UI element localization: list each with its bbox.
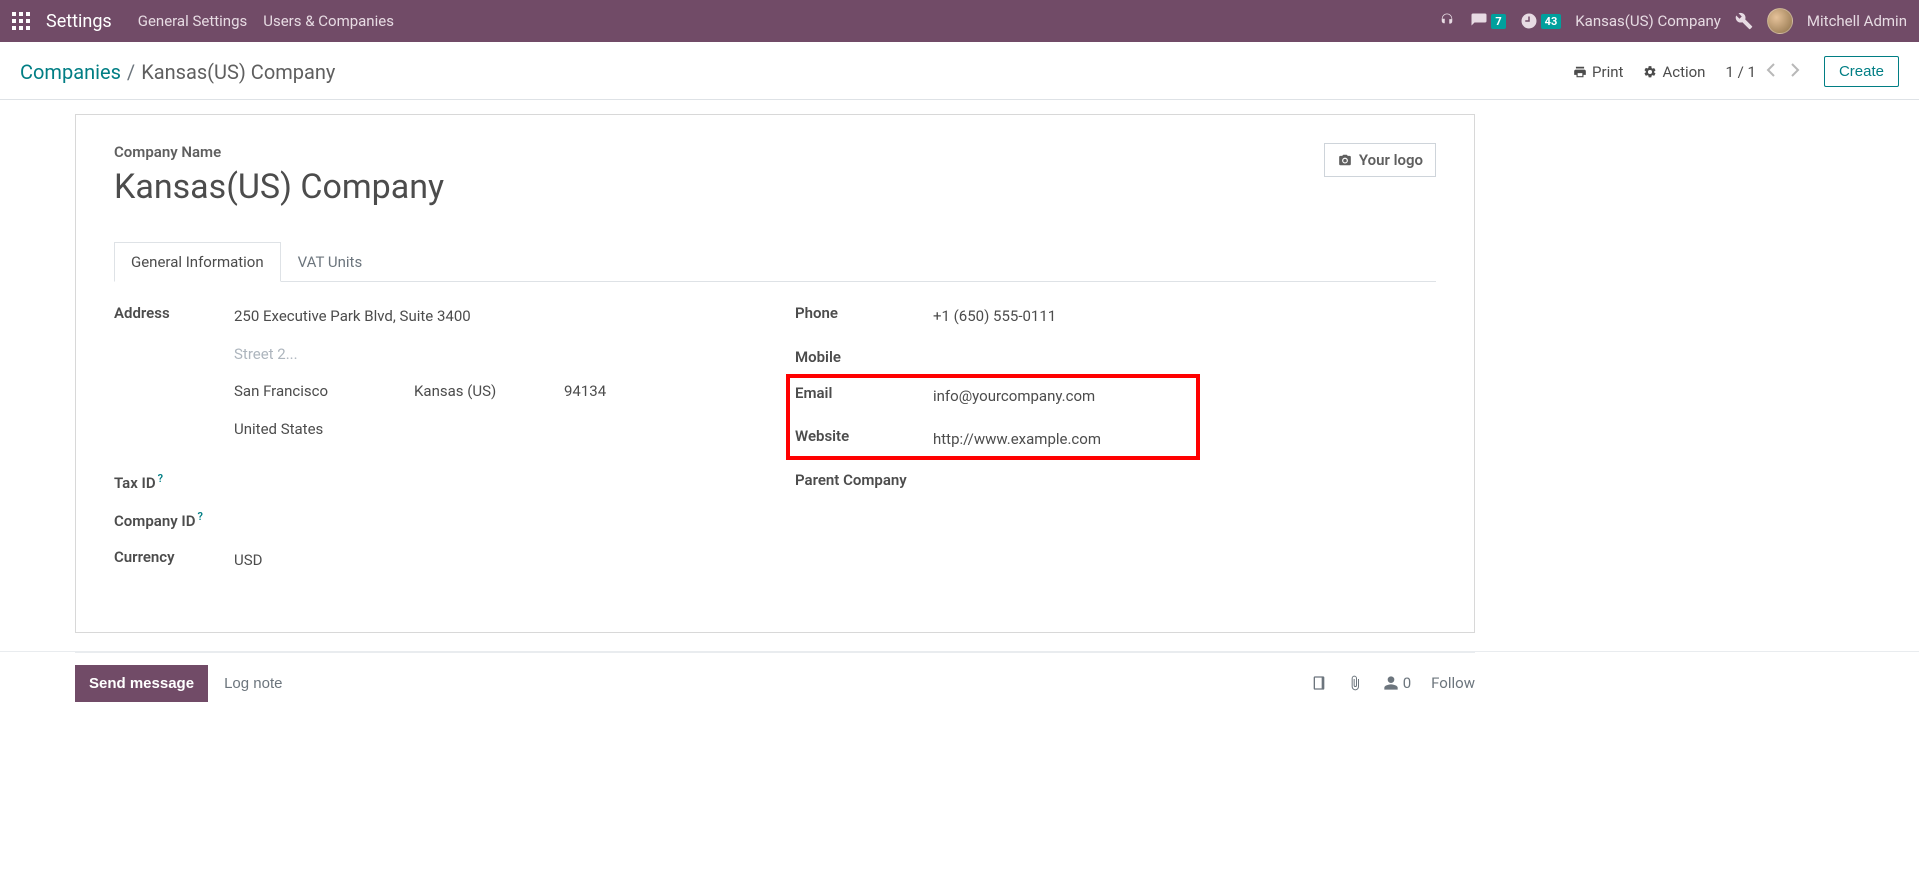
send-message-button[interactable]: Send message bbox=[75, 665, 208, 702]
tab-vat-units[interactable]: VAT Units bbox=[281, 242, 380, 282]
tax-id-help-icon[interactable]: ? bbox=[158, 472, 163, 485]
phone-field[interactable]: +1 (650) 555-0111 bbox=[933, 304, 1436, 330]
messages-icon[interactable]: 7 bbox=[1470, 12, 1505, 30]
support-icon[interactable] bbox=[1438, 12, 1456, 30]
gear-icon bbox=[1643, 65, 1657, 79]
log-note-button[interactable]: Log note bbox=[208, 665, 298, 702]
camera-icon bbox=[1337, 153, 1353, 167]
company-id-label: Company ID? bbox=[114, 510, 234, 530]
company-switcher[interactable]: Kansas(US) Company bbox=[1575, 12, 1721, 30]
nav-general-settings[interactable]: General Settings bbox=[138, 12, 248, 30]
phone-label: Phone bbox=[795, 304, 933, 322]
control-panel: Companies / Kansas(US) Company Print Act… bbox=[0, 42, 1919, 100]
website-field[interactable]: http://www.example.com bbox=[933, 427, 1436, 453]
street1-field[interactable]: 250 Executive Park Blvd, Suite 3400 bbox=[234, 304, 755, 330]
mobile-label: Mobile bbox=[795, 348, 933, 366]
breadcrumb: Companies / Kansas(US) Company bbox=[20, 60, 335, 84]
city-field[interactable]: San Francisco bbox=[234, 379, 384, 405]
top-navbar: Settings General Settings Users & Compan… bbox=[0, 0, 1919, 42]
breadcrumb-separator: / bbox=[127, 60, 135, 84]
email-field[interactable]: info@yourcompany.com bbox=[933, 384, 1436, 410]
address-label: Address bbox=[114, 304, 234, 322]
user-icon bbox=[1383, 675, 1399, 691]
parent-company-label: Parent Company bbox=[795, 471, 933, 489]
pager: 1 / 1 bbox=[1725, 61, 1804, 83]
zip-field[interactable]: 94134 bbox=[564, 379, 606, 405]
company-name-value[interactable]: Kansas(US) Company bbox=[114, 167, 1324, 207]
action-button[interactable]: Action bbox=[1643, 63, 1705, 81]
website-label: Website bbox=[795, 427, 933, 445]
country-field[interactable]: United States bbox=[234, 417, 755, 443]
attachment-icon[interactable] bbox=[1347, 675, 1363, 691]
print-icon bbox=[1573, 65, 1587, 79]
debug-icon[interactable] bbox=[1735, 12, 1753, 30]
state-field[interactable]: Kansas (US) bbox=[414, 379, 534, 405]
print-button[interactable]: Print bbox=[1573, 63, 1623, 81]
app-brand[interactable]: Settings bbox=[46, 11, 112, 32]
form-sheet: Company Name Kansas(US) Company Your log… bbox=[75, 114, 1475, 633]
followers-count[interactable]: 0 bbox=[1383, 674, 1411, 692]
follow-button[interactable]: Follow bbox=[1431, 674, 1475, 692]
avatar[interactable] bbox=[1767, 8, 1793, 34]
activities-icon[interactable]: 43 bbox=[1520, 12, 1562, 30]
tax-id-label: Tax ID? bbox=[114, 472, 234, 492]
pager-text: 1 / 1 bbox=[1725, 63, 1756, 81]
logo-upload[interactable]: Your logo bbox=[1324, 143, 1436, 177]
apps-icon[interactable] bbox=[12, 12, 30, 30]
breadcrumb-root[interactable]: Companies bbox=[20, 60, 121, 84]
breadcrumb-current: Kansas(US) Company bbox=[141, 60, 335, 84]
company-name-label: Company Name bbox=[114, 143, 1324, 161]
pager-next[interactable] bbox=[1786, 61, 1804, 83]
street2-field[interactable]: Street 2... bbox=[234, 342, 755, 368]
email-label: Email bbox=[795, 384, 933, 402]
tab-general-information[interactable]: General Information bbox=[114, 242, 281, 282]
book-icon[interactable] bbox=[1311, 675, 1327, 691]
pager-prev[interactable] bbox=[1762, 61, 1780, 83]
tabs: General Information VAT Units bbox=[114, 241, 1436, 282]
messages-badge: 7 bbox=[1491, 14, 1505, 29]
chatter: Send message Log note 0 Follow bbox=[75, 652, 1475, 714]
user-menu[interactable]: Mitchell Admin bbox=[1807, 12, 1907, 30]
currency-field[interactable]: USD bbox=[234, 548, 755, 574]
company-id-help-icon[interactable]: ? bbox=[197, 510, 202, 523]
create-button[interactable]: Create bbox=[1824, 56, 1899, 87]
currency-label: Currency bbox=[114, 548, 234, 566]
nav-users-companies[interactable]: Users & Companies bbox=[263, 12, 394, 30]
activities-badge: 43 bbox=[1541, 14, 1562, 29]
